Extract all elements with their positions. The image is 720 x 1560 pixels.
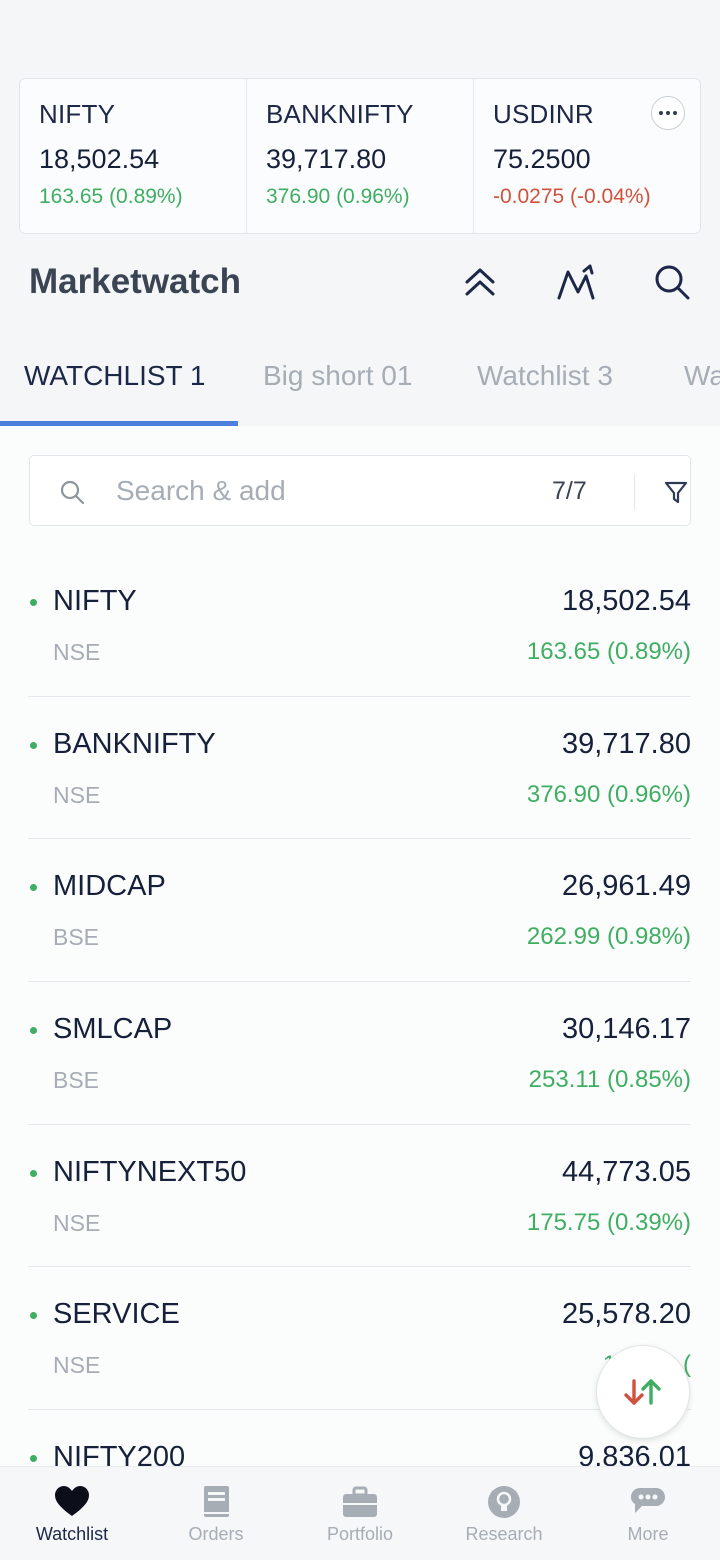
symbol: NIFTY [53, 585, 137, 617]
change: 376.90 (0.96%) [526, 780, 691, 808]
status-dot [30, 1455, 37, 1463]
nav-label: Orders [188, 1524, 244, 1544]
price: 25,578.20 [561, 1298, 691, 1331]
exchange: NSE [53, 639, 101, 665]
search-icon[interactable] [652, 262, 692, 302]
index-name: NIFTY [39, 99, 116, 129]
tab-watchlist-4[interactable]: Wa [684, 360, 720, 392]
nav-portfolio[interactable]: Portfolio [288, 1467, 432, 1560]
table-row[interactable]: NIFTYNEXT50 NSE 44,773.05 175.75 (0.39%) [28, 1125, 691, 1268]
briefcase-icon [342, 1485, 378, 1519]
symbol: MIDCAP [53, 870, 166, 903]
search-divider [634, 474, 635, 510]
filter-icon[interactable] [662, 478, 690, 506]
watchlist-panel: 7/7 NIFTY NSE 18,502.54 163.65 (0.89%) B… [0, 426, 720, 1466]
status-dot [30, 884, 37, 892]
table-row[interactable]: SERVICE NSE 25,578.20 190.90 ( [28, 1267, 691, 1411]
exchange: NSE [53, 1209, 101, 1236]
index-name: BANKNIFTY [266, 99, 414, 129]
index-change: -0.0275 (-0.04%) [493, 185, 651, 208]
price: 18,502.54 [561, 585, 691, 617]
index-value: 75.2500 [493, 144, 591, 174]
nav-label: Watchlist [35, 1524, 109, 1544]
tab-watchlist-1[interactable]: WATCHLIST 1 [24, 360, 206, 392]
collapse-up-icon[interactable] [460, 262, 500, 302]
search-icon [60, 480, 85, 505]
buy-sell-arrows-icon [624, 1379, 661, 1405]
chat-bubble-icon [630, 1485, 666, 1519]
index-change: 163.65 (0.89%) [39, 185, 183, 208]
table-row[interactable]: BANKNIFTY NSE 39,717.80 376.90 (0.96%) [28, 697, 691, 840]
symbol: BANKNIFTY [53, 727, 216, 760]
dot-icon [673, 111, 677, 115]
symbol: SERVICE [53, 1298, 180, 1331]
nav-more[interactable]: More [576, 1467, 720, 1560]
exchange: BSE [53, 1067, 100, 1094]
exchange: NSE [53, 1352, 101, 1379]
index-ticker-bar: NIFTY 18,502.54 163.65 (0.89%) BANKNIFTY… [19, 78, 701, 234]
book-icon [198, 1485, 234, 1519]
status-dot [30, 599, 37, 606]
table-row[interactable]: MIDCAP BSE 26,961.49 262.99 (0.98%) [28, 839, 691, 983]
nav-label: More [627, 1524, 669, 1544]
status-dot [30, 1312, 37, 1320]
price: 39,717.80 [561, 727, 691, 760]
more-options-button[interactable] [651, 96, 685, 130]
exchange: NSE [53, 781, 101, 808]
bottom-nav: Watchlist Orders Portfolio Research More [0, 1466, 720, 1560]
buy-sell-button[interactable] [596, 1345, 690, 1439]
watchlist-rows: NIFTY NSE 18,502.54 163.65 (0.89%) BANKN… [28, 554, 691, 1466]
heart-icon [54, 1485, 90, 1519]
lightbulb-icon [486, 1485, 522, 1519]
price: 44,773.05 [561, 1155, 691, 1188]
index-value: 18,502.54 [39, 144, 160, 174]
price: 26,961.49 [561, 870, 691, 903]
status-dot [30, 1027, 37, 1035]
change: 163.65 (0.89%) [526, 638, 691, 665]
price: 9,836.01 [578, 1441, 691, 1466]
change: 253.11 (0.85%) [528, 1066, 691, 1094]
index-value: 39,717.80 [266, 144, 387, 174]
tab-watchlist-3[interactable]: Watchlist 3 [477, 360, 613, 392]
nav-orders[interactable]: Orders [144, 1467, 288, 1560]
symbol: NIFTY200 [53, 1441, 186, 1466]
nav-watchlist[interactable]: Watchlist [0, 1467, 144, 1560]
index-change: 376.90 (0.96%) [266, 185, 410, 208]
watchlist-count: 7/7 [552, 477, 587, 505]
status-dot [30, 741, 37, 749]
table-row[interactable]: NIFTY NSE 18,502.54 163.65 (0.89%) [28, 554, 691, 697]
price: 30,146.17 [561, 1013, 691, 1046]
change: 262.99 (0.98%) [526, 923, 691, 951]
dot-icon [659, 111, 663, 115]
change: 175.75 (0.39%) [526, 1208, 691, 1236]
chart-icon[interactable] [556, 262, 596, 302]
search-bar[interactable]: 7/7 [29, 455, 691, 526]
tab-big-short-01[interactable]: Big short 01 [263, 360, 412, 392]
symbol: NIFTYNEXT50 [53, 1155, 247, 1188]
index-card-banknifty[interactable]: BANKNIFTY 39,717.80 376.90 (0.96%) [246, 79, 473, 233]
status-dot [30, 1169, 37, 1177]
nav-label: Portfolio [326, 1524, 394, 1544]
watchlist-tabs: WATCHLIST 1 Big short 01 Watchlist 3 Wa [0, 342, 720, 426]
search-input[interactable] [116, 470, 516, 512]
page-title: Marketwatch [29, 262, 242, 301]
exchange: BSE [53, 924, 100, 951]
nav-research[interactable]: Research [432, 1467, 576, 1560]
table-row[interactable]: NIFTY200 9,836.01 [28, 1410, 691, 1466]
nav-label: Research [465, 1524, 543, 1544]
table-row[interactable]: SMLCAP BSE 30,146.17 253.11 (0.85%) [28, 982, 691, 1125]
index-card-usdinr[interactable]: USDINR 75.2500 -0.0275 (-0.04%) [473, 79, 700, 233]
symbol: SMLCAP [53, 1013, 173, 1046]
index-card-nifty[interactable]: NIFTY 18,502.54 163.65 (0.89%) [20, 79, 246, 233]
dot-icon [666, 111, 670, 115]
